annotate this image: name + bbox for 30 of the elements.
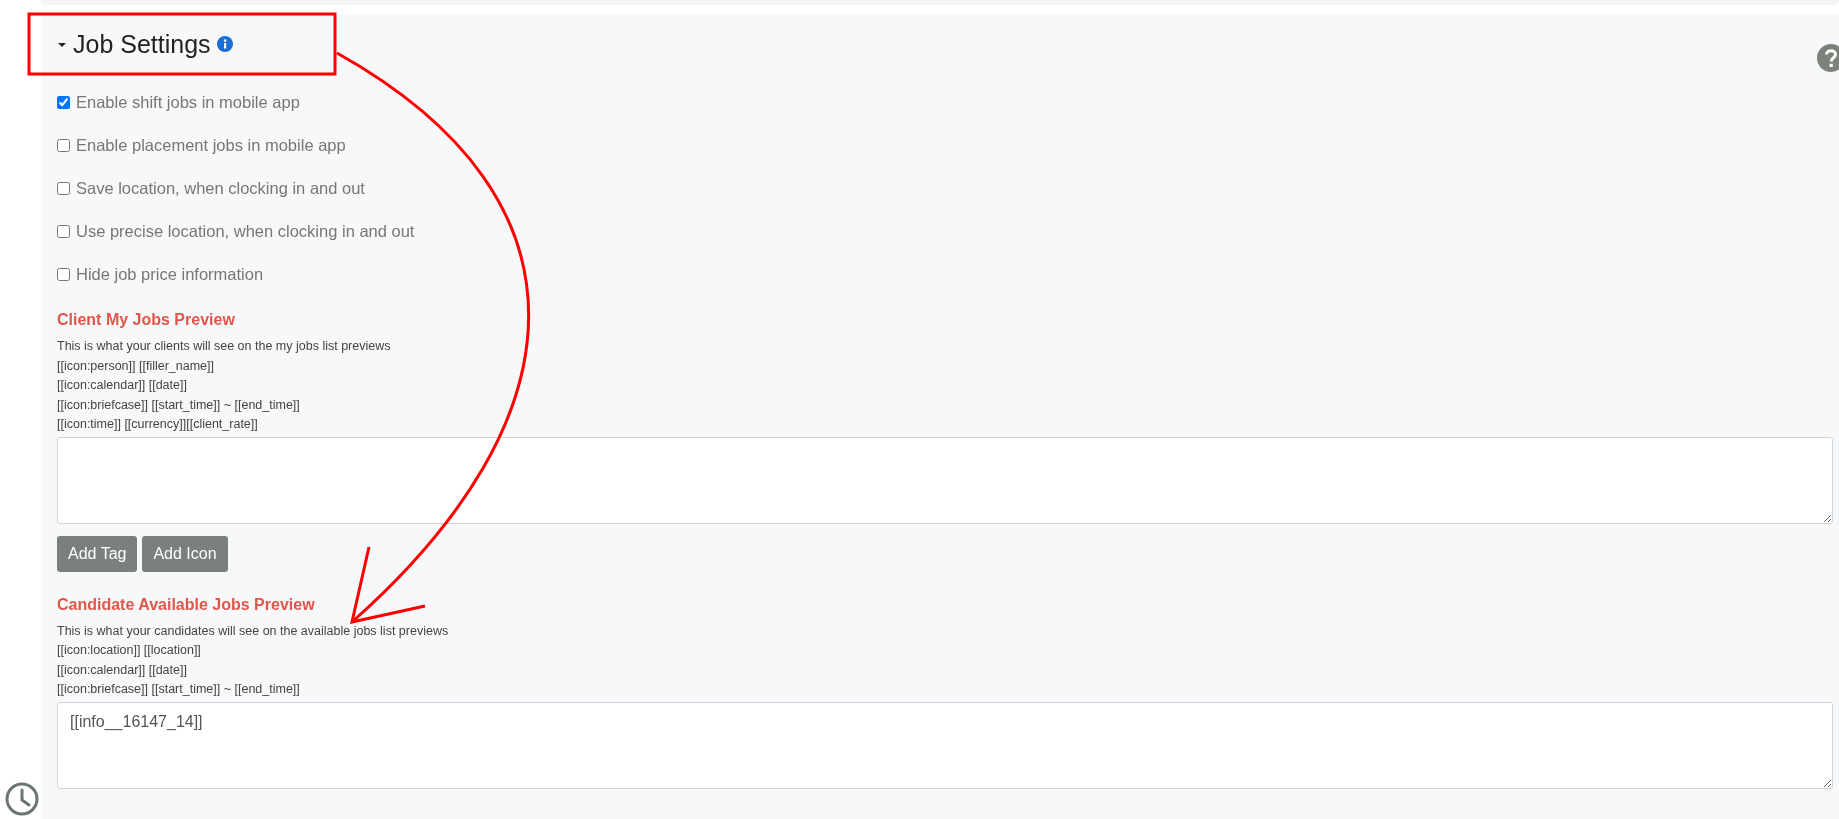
preview-heading: Client My Jobs Preview [57, 311, 236, 329]
checkbox-label: Use precise location, when clocking in and out [76, 222, 415, 241]
template-line: [[icon:time]] [[currency]][[client_rate]] [57, 416, 259, 433]
clock-icon[interactable] [4, 781, 40, 817]
caret-icon[interactable] [57, 40, 67, 50]
template-line: [[icon:calendar]] [[date]] [57, 661, 188, 679]
template-line: [[icon:calendar]] [[date]] [57, 377, 188, 394]
info-icon[interactable] [216, 36, 233, 52]
add-button[interactable]: Add Tag [57, 535, 138, 572]
template-line: [[icon:person]] [[filler_name]] [57, 357, 216, 375]
template-line: [[icon:briefcase]] [[start_time]] ~ [[end_time]] [57, 681, 301, 698]
preview-description: This is what your candidates will see on the available jobs list previews [57, 622, 450, 640]
template-line: [[icon:location]] [[location]] [57, 642, 202, 659]
preview-description: This is what your clients will see on the my jobs list previews [57, 338, 392, 355]
checkbox[interactable] [57, 225, 70, 238]
template-line: [[icon:briefcase]] [[start_time]] ~ [[end_time]] [57, 396, 301, 414]
checkbox-label: Hide job price information [76, 265, 264, 284]
checkbox-label: Enable shift jobs in mobile app [76, 93, 300, 112]
checkbox[interactable] [57, 268, 70, 281]
checkbox[interactable] [57, 139, 70, 152]
checkbox[interactable] [57, 182, 70, 195]
add-button[interactable]: Add Icon [142, 535, 228, 572]
checkbox-label: Enable placement jobs in mobile app [76, 136, 346, 155]
preview-heading: Candidate Available Jobs Preview [57, 595, 316, 614]
section-title: Job Settings [73, 29, 211, 59]
template-field[interactable]: [[info__16147_14]] [57, 701, 1833, 789]
checkbox-label: Save location, when clocking in and out [76, 179, 365, 198]
help-icon[interactable] [1817, 44, 1839, 72]
checkbox[interactable] [57, 96, 70, 109]
template-field[interactable] [57, 436, 1833, 524]
